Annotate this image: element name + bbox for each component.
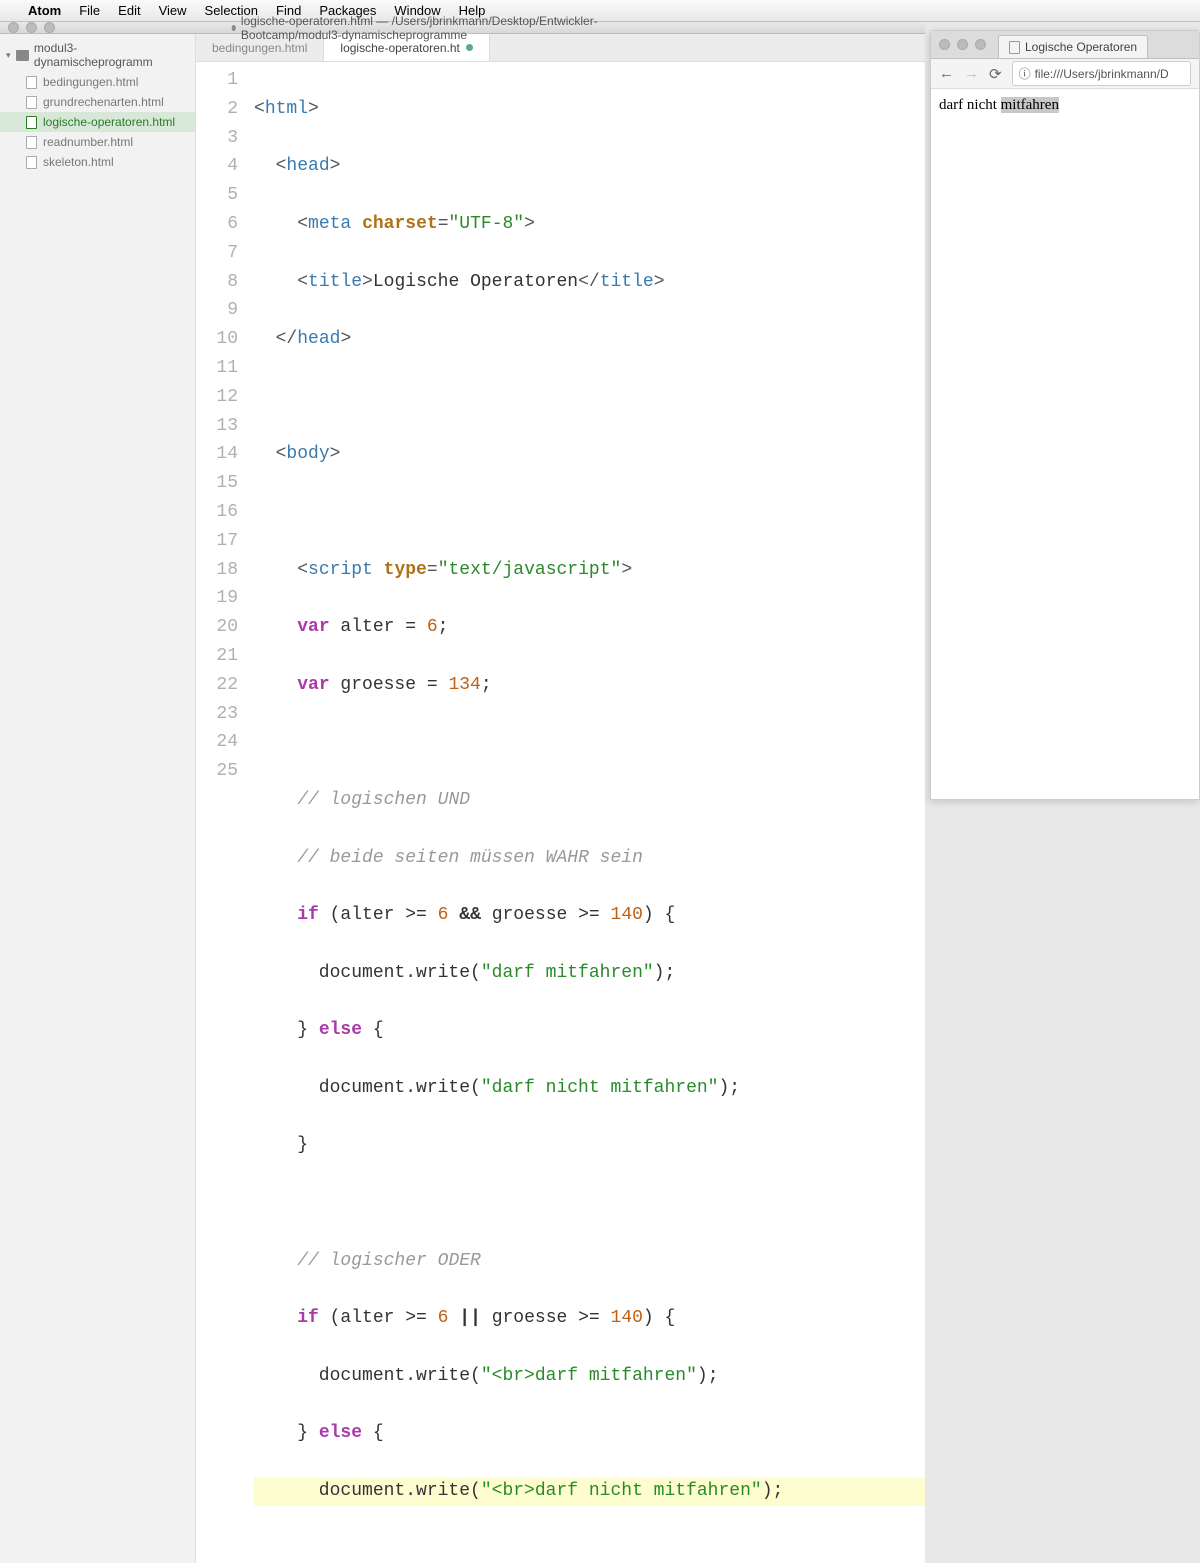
browser-tab-label: Logische Operatoren (1025, 40, 1137, 54)
folder-icon (16, 50, 29, 61)
reload-icon[interactable]: ⟳ (989, 65, 1002, 83)
browser-window: Logische Operatoren ← → ⟳ ⓘ file:///User… (930, 30, 1200, 800)
traffic-lights[interactable] (8, 22, 55, 33)
line-gutter: 1234567891011121314151617181920212223242… (196, 62, 250, 1563)
close-dot[interactable] (8, 22, 19, 33)
info-icon: ⓘ (1019, 65, 1031, 82)
address-text: file:///Users/jbrinkmann/D (1035, 67, 1169, 81)
tree-root-label: modul3-dynamischeprogramm (34, 41, 189, 69)
tree-file-label: readnumber.html (43, 135, 133, 149)
file-icon (26, 136, 37, 149)
menu-app[interactable]: Atom (28, 3, 61, 18)
chevron-down-icon: ▾ (6, 50, 11, 61)
browser-viewport[interactable]: darf nicht mitfahren (931, 89, 1199, 799)
editor-pane: bedingungen.html logische-operatoren.ht … (196, 34, 925, 1563)
tree-file[interactable]: skeleton.html (0, 152, 195, 172)
page-text-selected: mitfahren (1001, 97, 1059, 113)
tab-modified-icon (466, 44, 473, 51)
page-icon (1009, 41, 1020, 54)
minimize-dot[interactable] (957, 39, 968, 50)
atom-titlebar[interactable]: logische-operatoren.html — /Users/jbrink… (0, 22, 925, 34)
tree-file-label: bedingungen.html (43, 75, 138, 89)
tab-label: bedingungen.html (212, 41, 307, 55)
address-bar[interactable]: ⓘ file:///Users/jbrinkmann/D (1012, 61, 1191, 86)
close-dot[interactable] (939, 39, 950, 50)
tree-file[interactable]: readnumber.html (0, 132, 195, 152)
tree-file[interactable]: bedingungen.html (0, 72, 195, 92)
zoom-dot[interactable] (44, 22, 55, 33)
tree-file-active[interactable]: logische-operatoren.html (0, 112, 195, 132)
file-icon (26, 116, 37, 129)
browser-toolbar: ← → ⟳ ⓘ file:///Users/jbrinkmann/D (931, 59, 1199, 89)
code-editor[interactable]: 1234567891011121314151617181920212223242… (196, 62, 925, 1563)
file-icon (26, 76, 37, 89)
atom-window: logische-operatoren.html — /Users/jbrink… (0, 22, 925, 800)
traffic-lights[interactable] (939, 39, 986, 58)
tree-file-label: skeleton.html (43, 155, 114, 169)
zoom-dot[interactable] (975, 39, 986, 50)
menu-view[interactable]: View (159, 3, 187, 18)
window-title: logische-operatoren.html — /Users/jbrink… (231, 14, 694, 42)
tree-file[interactable]: grundrechenarten.html (0, 92, 195, 112)
browser-tab-strip: Logische Operatoren (931, 31, 1199, 59)
tree-file-label: logische-operatoren.html (43, 115, 175, 129)
forward-icon[interactable]: → (964, 65, 979, 82)
modified-indicator-icon (231, 25, 236, 31)
file-icon (26, 96, 37, 109)
browser-tab[interactable]: Logische Operatoren (998, 35, 1148, 58)
back-icon[interactable]: ← (939, 65, 954, 82)
menu-file[interactable]: File (79, 3, 100, 18)
file-tree-sidebar[interactable]: ▾ modul3-dynamischeprogramm bedingungen.… (0, 34, 196, 1563)
tree-file-label: grundrechenarten.html (43, 95, 164, 109)
file-icon (26, 156, 37, 169)
minimize-dot[interactable] (26, 22, 37, 33)
window-title-text: logische-operatoren.html — /Users/jbrink… (241, 14, 694, 42)
tab-label: logische-operatoren.ht (340, 41, 459, 55)
page-text: darf nicht (939, 97, 1001, 113)
menu-edit[interactable]: Edit (118, 3, 140, 18)
tree-root-folder[interactable]: ▾ modul3-dynamischeprogramm (0, 38, 195, 72)
code-content[interactable]: <html> <head> <meta charset="UTF-8"> <ti… (250, 62, 925, 1563)
